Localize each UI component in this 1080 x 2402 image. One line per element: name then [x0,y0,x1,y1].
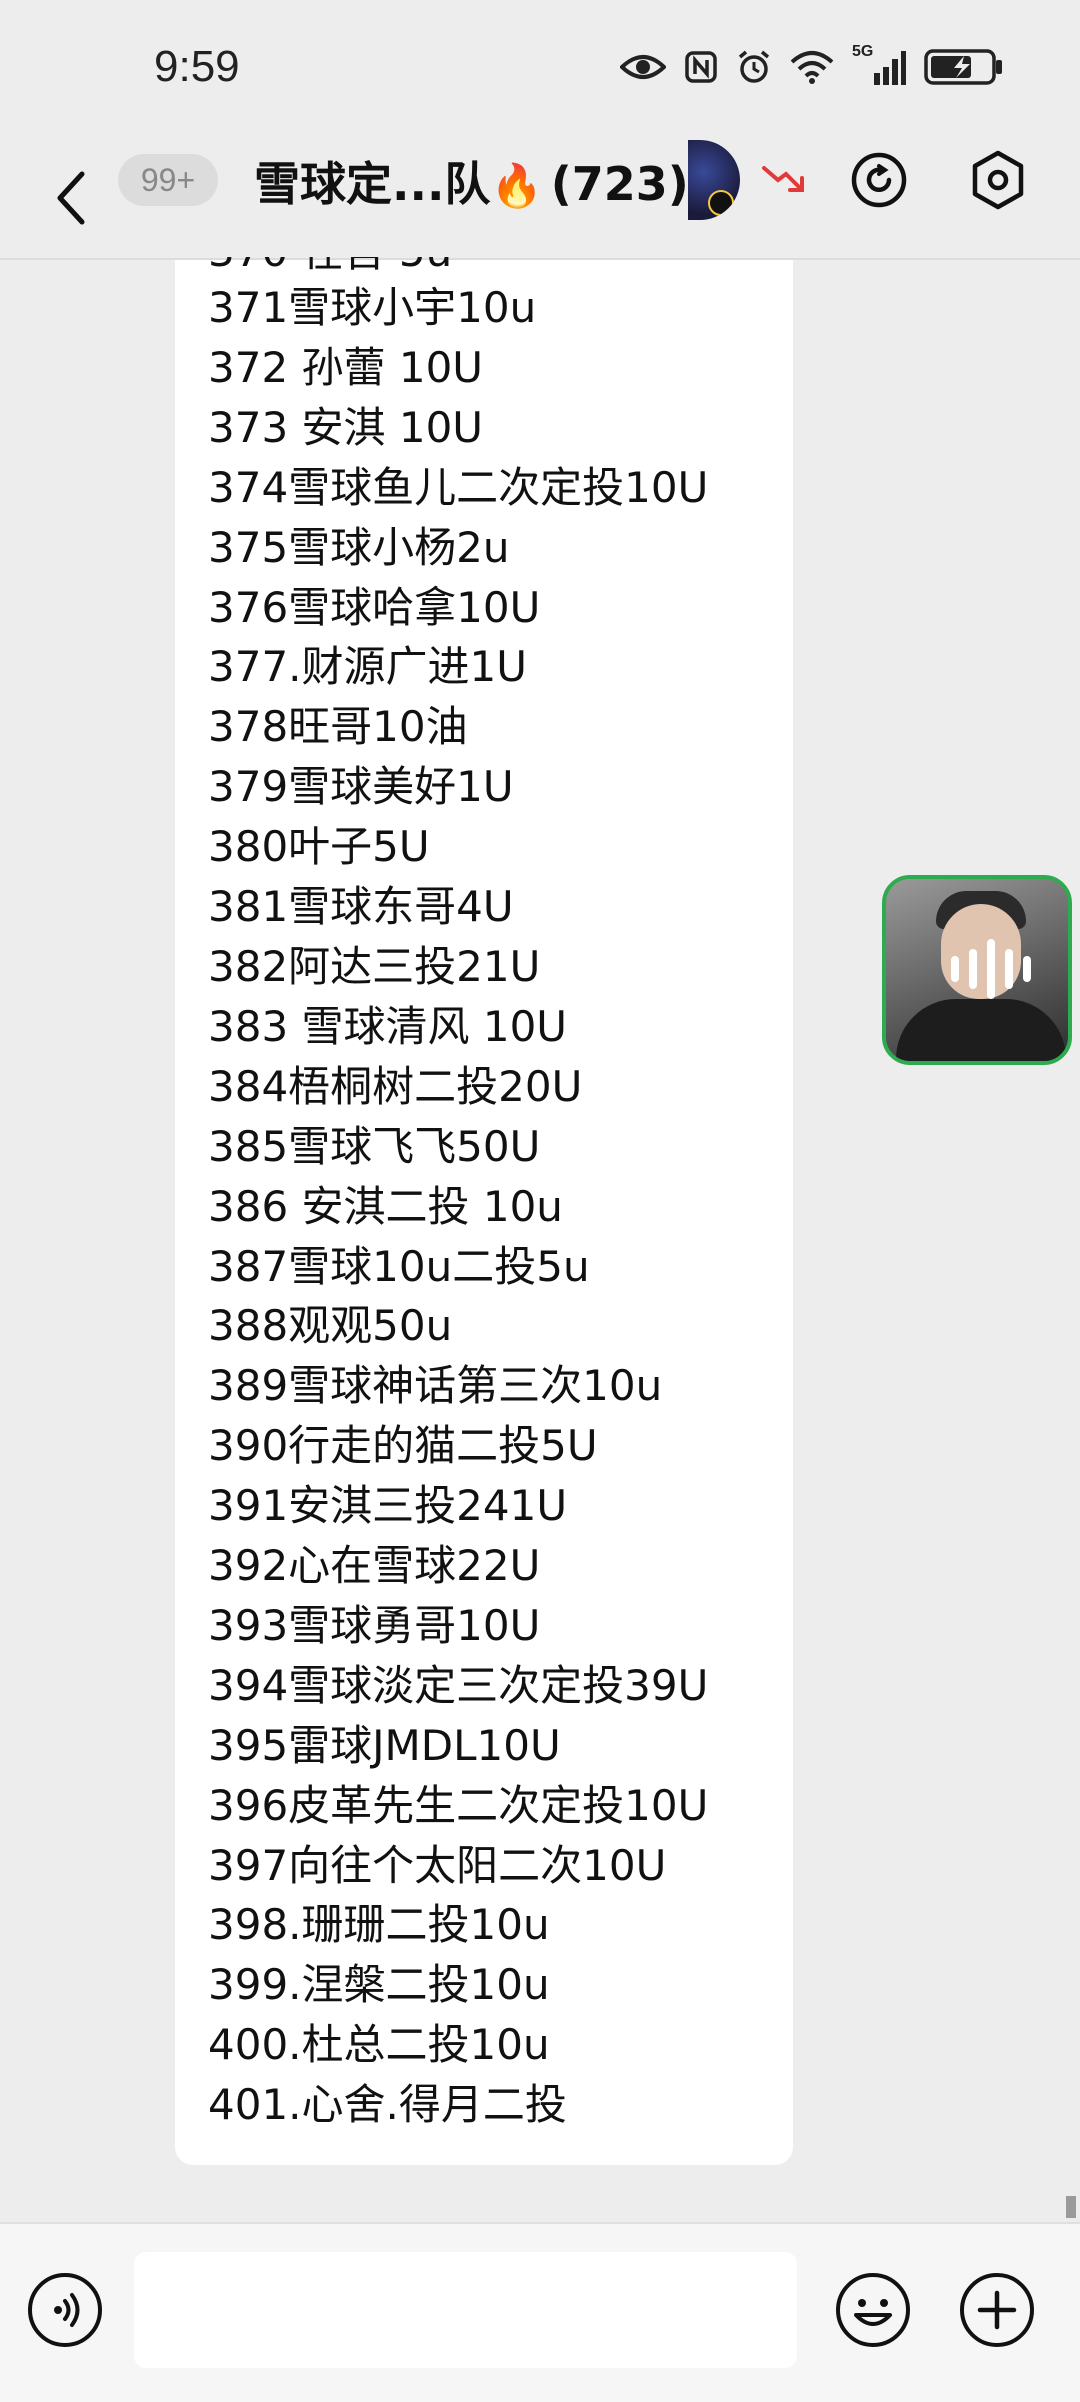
nfc-icon [685,51,717,83]
status-time: 9:59 [154,42,240,91]
message-line: 391安淇三投241U [208,1481,568,1531]
message-line: 379雪球美好1U [208,762,514,812]
message-line: 378旺哥10油 [208,702,468,752]
message-line: 387雪球10u二投5u [208,1241,590,1291]
scrollbar-thumb[interactable] [1066,2196,1076,2218]
voice-wave-icon [951,939,1031,999]
signal-indicator: 5G [852,43,906,85]
message-line: 394雪球淡定三次定投39U [208,1660,709,1710]
message-line: 374雪球鱼儿二次定投10U [208,462,709,512]
refresh-icon[interactable] [849,150,909,210]
message-line: 393雪球勇哥10U [208,1600,541,1650]
message-line: 385雪球飞飞50U [208,1121,541,1171]
message-line: 381雪球东哥4U [208,882,514,932]
message-line: 376雪球哈拿10U [208,582,541,632]
status-bar: 9:59 5G [0,0,1080,140]
status-icons: 5G [620,43,1004,86]
message-line: 372 孙蕾 10U [208,342,484,392]
chat-title-text: 雪球定...队 [254,157,491,211]
emoji-icon[interactable] [836,2273,910,2347]
message-line: 384梧桐树二投20U [208,1061,583,1111]
signal-icon [874,51,906,85]
sender-avatar[interactable] [882,875,1072,1065]
message-line: 398.珊珊二投10u [208,1900,550,1950]
message-line: 373 安淇 10U [208,402,484,452]
message-text[interactable]: 371雪球小宇10u 372 孙蕾 10U 373 安淇 10U 374雪球鱼儿二次定… [208,278,708,2135]
wifi-icon [790,51,834,84]
member-count: (723) [550,157,689,211]
message-line: 383 雪球清风 10U [208,1001,568,1051]
voice-icon[interactable] [28,2273,102,2347]
message-line: 388观观50u [208,1301,453,1351]
message-line: 382阿达三投21U [208,941,541,991]
settings-icon[interactable] [968,150,1028,210]
message-input[interactable] [134,2252,797,2368]
message-line: 386 安淇二投 10u [208,1181,563,1231]
message-line: 401.心舍.得月二投 [208,2080,567,2130]
message-line: 396皮革先生二次定投10U [208,1780,709,1830]
message-line: 389雪球神话第三次10u [208,1361,663,1411]
message-line: 392心在雪球22U [208,1541,541,1591]
message-line: 390行走的猫二投5U [208,1421,598,1471]
message-line: 375雪球小杨2u [208,522,510,572]
message-line: 395雷球JMDL10U [208,1720,561,1770]
badge-dot [708,190,734,216]
avatar-shirt [896,999,1066,1061]
fire-emoji: 🔥 [490,161,543,210]
chat-title[interactable]: 雪球定...队🔥 (723) [254,148,689,214]
eye-icon [620,55,666,79]
alarm-icon [738,50,770,83]
message-line: 400.杜总二投10u [208,2020,550,2070]
trend-down-icon[interactable] [760,160,810,200]
message-line: 399.涅槃二投10u [208,1960,550,2010]
unread-badge[interactable]: 99+ [118,154,218,206]
message-line: 397向往个太阳二次10U [208,1840,667,1890]
battery-icon [924,49,1002,85]
message-line: 380叶子5U [208,822,430,872]
message-line: 377.财源广进1U [208,642,527,692]
chevron-left-icon[interactable] [48,168,98,228]
plus-icon[interactable] [960,2273,1034,2347]
message-line: 371雪球小宇10u [208,283,537,332]
